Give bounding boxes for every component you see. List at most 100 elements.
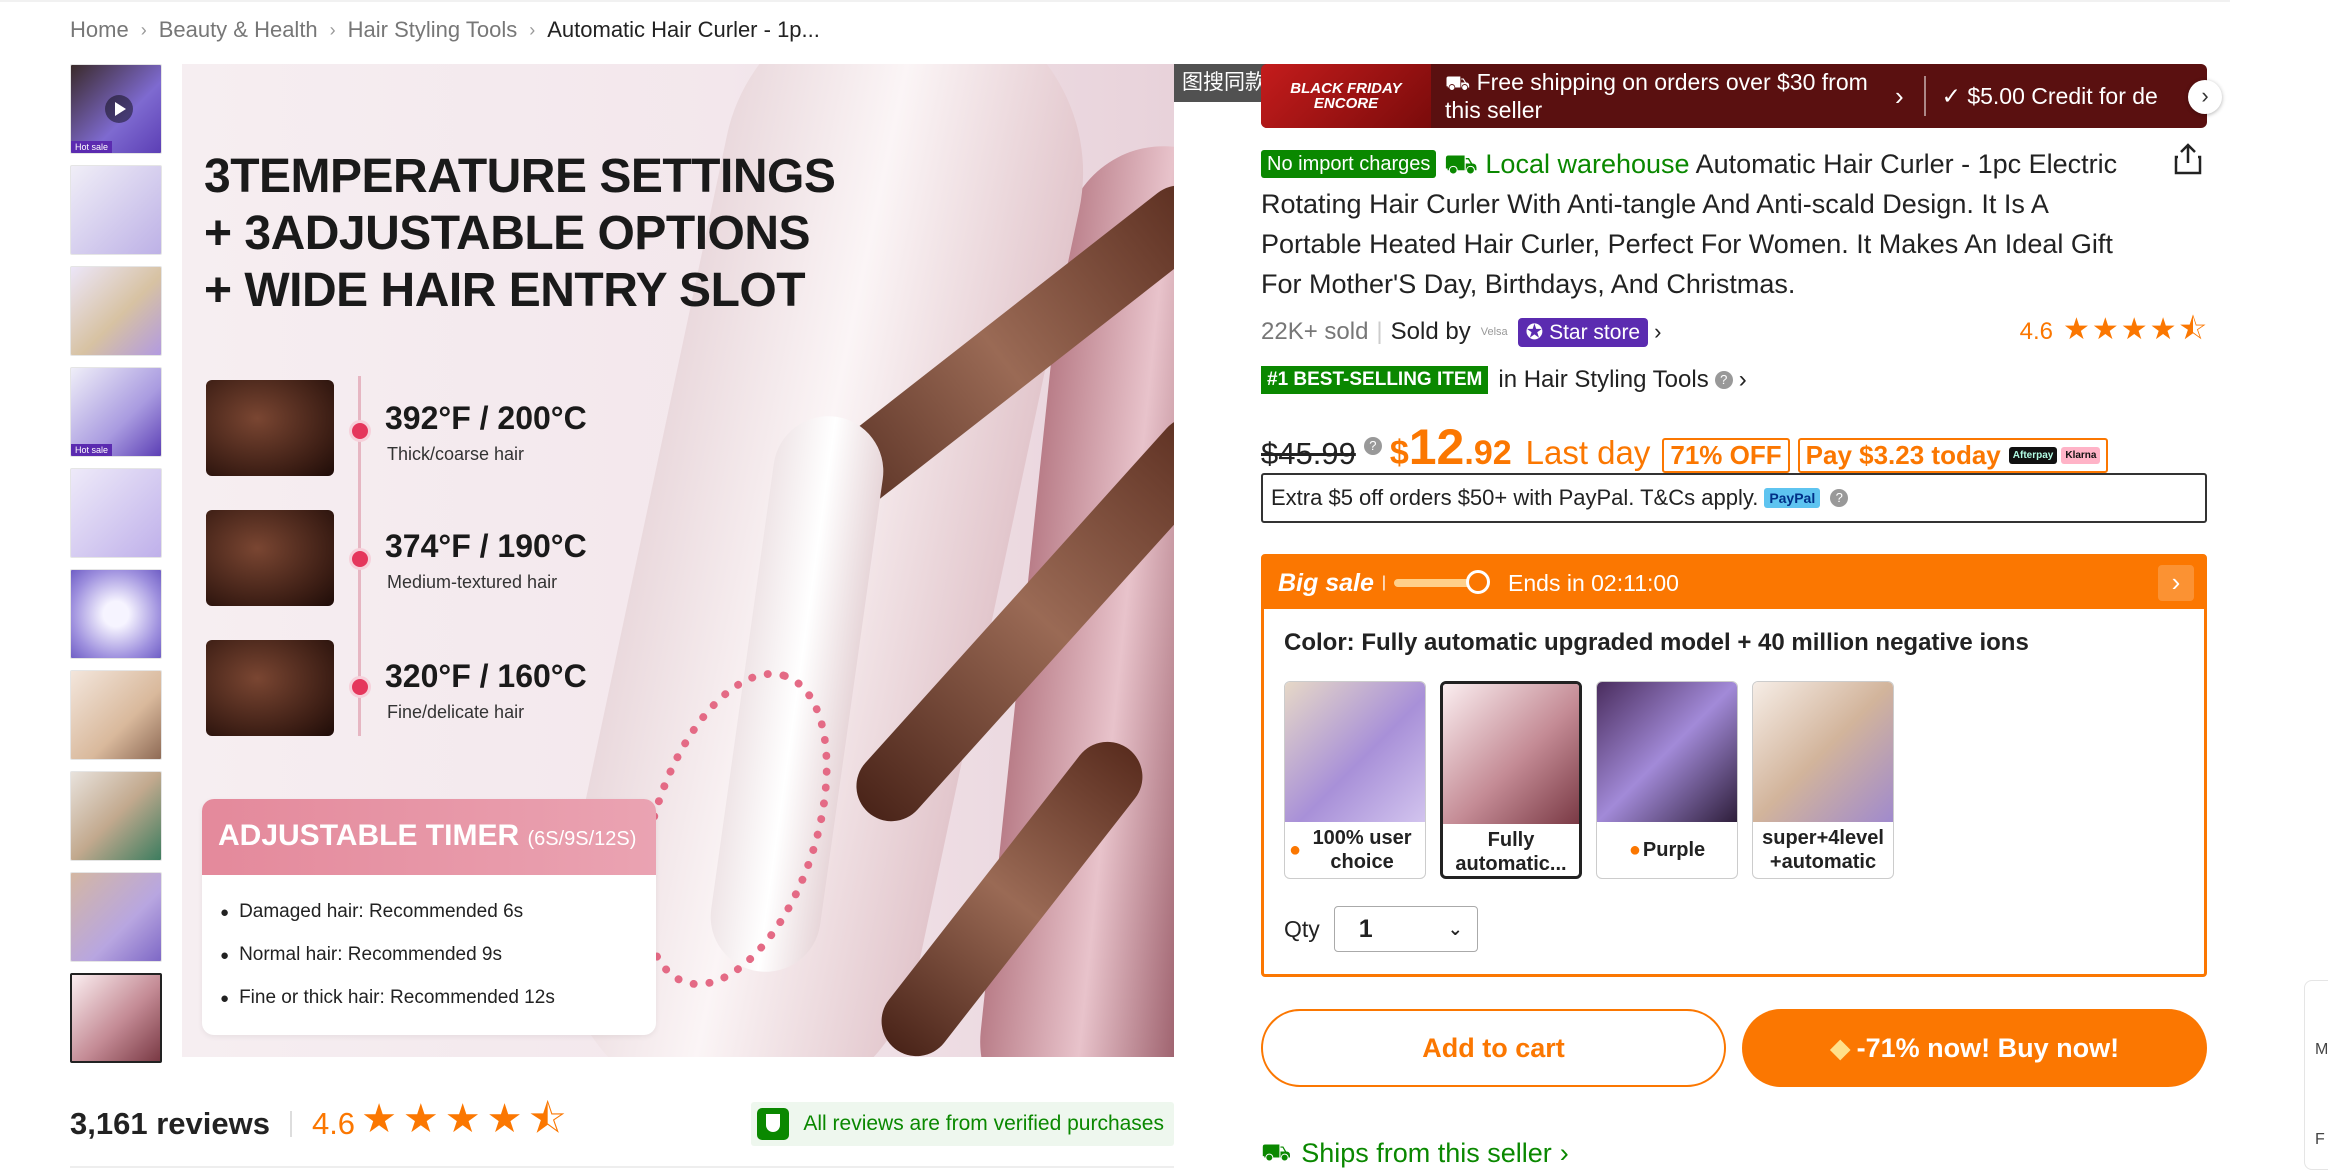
thumbnail[interactable] xyxy=(70,872,162,962)
hair-swatch xyxy=(206,640,334,736)
share-icon[interactable] xyxy=(2172,142,2204,176)
timer-title-text: ADJUSTABLE TIMER xyxy=(218,819,520,852)
chevron-right-icon: › xyxy=(1559,1138,1569,1168)
countdown-bar xyxy=(1394,570,1491,594)
star-rating-icon: ★★★★⯪ xyxy=(2063,312,2209,346)
color-option[interactable]: ● 100% user choice xyxy=(1284,681,1426,879)
price-row: $45.99 ? $12.92 Last day 71% OFF Pay $3.… xyxy=(1261,418,2109,475)
breadcrumb-hair-styling-tools[interactable]: Hair Styling Tools xyxy=(348,17,518,43)
side-panel-tab[interactable]: M F xyxy=(2304,980,2328,1170)
chevron-right-icon: › xyxy=(529,19,536,40)
truck-icon: ⛟ xyxy=(1445,73,1471,95)
store-name: Star store xyxy=(1549,320,1641,344)
hot-sale-tag: Hot sale xyxy=(71,141,113,153)
option-label-text: 100% user choice xyxy=(1312,827,1412,873)
rating-value: 4.6 xyxy=(2019,318,2053,345)
hair-swatch xyxy=(206,380,334,476)
add-to-cart-button[interactable]: Add to cart xyxy=(1261,1009,1726,1087)
paypal-offer-text: Extra $5 off orders $50+ with PayPal. T&… xyxy=(1271,485,1759,510)
divider xyxy=(1923,76,1926,116)
banner-next-button[interactable]: › xyxy=(2188,80,2222,114)
thumbnail[interactable] xyxy=(70,266,162,356)
temp-desc: Thick/coarse hair xyxy=(387,444,525,464)
black-friday-logo: BLACK FRIDAY ENCORE xyxy=(1261,64,1431,128)
promo-banner[interactable]: BLACK FRIDAY ENCORE ⛟ Free shipping on o… xyxy=(1261,64,2207,128)
breadcrumb-beauty-health[interactable]: Beauty & Health xyxy=(159,17,318,43)
free-shipping-label: Free shipping on orders over $30 from th… xyxy=(1445,69,1868,123)
thumbnail[interactable] xyxy=(70,771,162,861)
color-option[interactable]: ● Purple xyxy=(1596,681,1738,879)
pay-today-badge[interactable]: Pay $3.23 today Afterpay Klarna xyxy=(1797,438,2109,473)
thumbnail[interactable] xyxy=(70,670,162,760)
buy-now-button[interactable]: ◆ -71% now! Buy now! xyxy=(1742,1009,2207,1087)
warehouse-icon: ⛟ xyxy=(1443,149,1478,179)
sale-header[interactable]: Big sale | Ends in 02:11:00 › xyxy=(1264,557,2204,609)
qty-value: 1 xyxy=(1358,914,1373,943)
temp-desc: Medium-textured hair xyxy=(387,572,558,592)
hot-sale-tag: Hot sale xyxy=(71,444,113,456)
product-title: No import charges ⛟ Local warehouse Auto… xyxy=(1261,144,2141,304)
thumbnail[interactable] xyxy=(70,468,162,558)
truck-icon: ⛟ xyxy=(1261,1138,1292,1166)
breadcrumb: Home › Beauty & Health › Hair Styling To… xyxy=(70,14,820,46)
play-icon xyxy=(105,95,133,123)
divider: | xyxy=(1376,318,1383,345)
color-option[interactable]: super+4level +automatic xyxy=(1752,681,1894,879)
tag-icon: ◆ xyxy=(1829,1033,1851,1063)
side-tab-text: F xyxy=(2315,1131,2325,1148)
timeline-dot xyxy=(349,420,371,442)
ships-from-text: Ships from this seller xyxy=(1301,1138,1552,1168)
option-label: super+4level +automatic xyxy=(1762,827,1884,873)
color-option-selected[interactable]: Fully automatic... xyxy=(1440,681,1582,879)
option-image xyxy=(1285,682,1425,822)
top-divider xyxy=(0,0,2230,2)
local-warehouse-text: Local warehouse xyxy=(1485,149,1690,179)
breadcrumb-current: Automatic Hair Curler - 1p... xyxy=(547,17,820,42)
credit-text: ✓ $5.00 Credit for de xyxy=(1941,82,2158,109)
thumbnail[interactable] xyxy=(70,569,162,659)
sold-by-label: Sold by xyxy=(1390,318,1471,345)
divider: | xyxy=(1381,574,1387,591)
thumbnail-selected[interactable] xyxy=(70,973,162,1063)
product-rating[interactable]: 4.6 ★★★★⯪ xyxy=(2020,307,2209,358)
chevron-right-icon[interactable]: › xyxy=(1654,319,1661,345)
hair-swatch xyxy=(206,510,334,606)
seller-row: 22K+ sold | Sold by Velsa ✪ Star store ›… xyxy=(1261,313,2209,350)
divider xyxy=(289,1111,292,1137)
help-icon[interactable]: ? xyxy=(1714,371,1733,389)
store-logo: Velsa xyxy=(1480,326,1508,338)
thumbnail-video[interactable]: Hot sale xyxy=(70,64,162,154)
reviews-count[interactable]: 3,161 reviews xyxy=(70,1106,270,1142)
help-icon[interactable]: ? xyxy=(1363,437,1382,455)
star-store-badge[interactable]: ✪ Star store xyxy=(1517,317,1649,347)
price-cents: .92 xyxy=(1464,434,1512,472)
chevron-right-icon[interactable]: › xyxy=(2158,565,2194,601)
option-image xyxy=(1753,682,1893,822)
ships-from-link[interactable]: ⛟ Ships from this seller › xyxy=(1261,1138,1569,1169)
timer-item: Fine or thick hair: Recommended 12s xyxy=(220,977,656,1020)
quantity-select[interactable]: 1 ⌄ xyxy=(1333,906,1478,952)
quantity-row: Qty 1 ⌄ xyxy=(1284,906,1478,952)
option-label: Fully automatic... xyxy=(1455,829,1567,875)
best-category: in Hair Styling Tools xyxy=(1498,366,1709,393)
verified-badge: All reviews are from verified purchases xyxy=(751,1102,1174,1146)
thumbnail[interactable] xyxy=(70,165,162,255)
thumbnail[interactable]: Hot sale xyxy=(70,367,162,457)
main-product-image[interactable]: 3TEMPERATURE SETTINGS + 3ADJUSTABLE OPTI… xyxy=(182,64,1174,1057)
color-options: ● 100% user choice Fully automatic... ● Pu… xyxy=(1284,681,1908,879)
timer-item: Normal hair: Recommended 9s xyxy=(220,934,656,977)
best-seller-row[interactable]: #1 BEST-SELLING ITEM in Hair Styling Too… xyxy=(1261,364,1747,396)
paypal-offer[interactable]: Extra $5 off orders $50+ with PayPal. T&… xyxy=(1261,473,2207,523)
breadcrumb-home[interactable]: Home xyxy=(70,17,129,43)
color-label: Color: Fully automatic upgraded model + … xyxy=(1284,629,2029,656)
afterpay-logo: Afterpay xyxy=(2008,447,2058,464)
thumbnail-strip: Hot sale Hot sale xyxy=(70,64,162,1074)
image-search-button[interactable]: 图搜同款 xyxy=(1174,64,1274,102)
best-selling-badge: #1 BEST-SELLING ITEM xyxy=(1261,366,1489,394)
buy-now-label: -71% now! Buy now! xyxy=(1856,1033,2120,1063)
help-icon[interactable]: ? xyxy=(1830,489,1849,507)
reviews-summary: 3,161 reviews 4.6 ★★★★⯪ All reviews are … xyxy=(70,1097,1174,1148)
verified-text: All reviews are from verified purchases xyxy=(803,1112,1164,1135)
temp-value: 374°F / 190°C xyxy=(385,528,587,564)
timeline-dot xyxy=(349,676,371,698)
